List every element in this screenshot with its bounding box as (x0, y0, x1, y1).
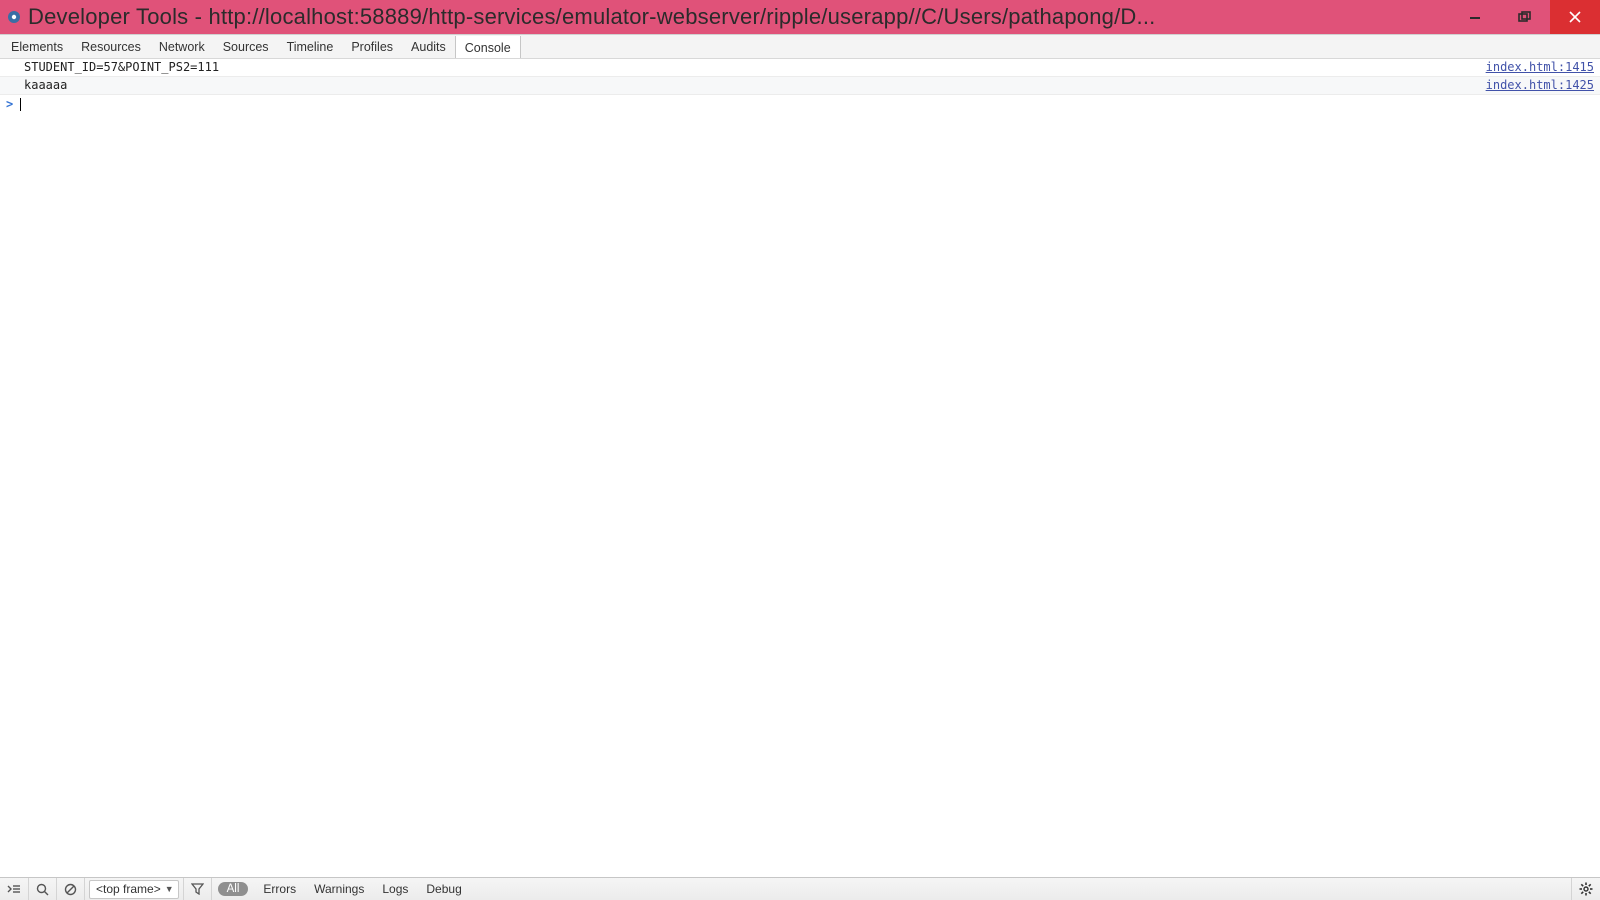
tab-console[interactable]: Console (455, 36, 521, 59)
settings-button[interactable] (1571, 878, 1600, 900)
maximize-button[interactable] (1500, 0, 1550, 34)
console-prompt[interactable]: > (0, 95, 1600, 113)
filter-warnings[interactable]: Warnings (305, 882, 373, 896)
tab-audits[interactable]: Audits (402, 35, 455, 59)
chevron-right-icon: > (6, 95, 20, 113)
gear-icon (1579, 882, 1593, 896)
window-titlebar: Developer Tools - http://localhost:58889… (0, 0, 1600, 34)
console-panel: STUDENT_ID=57&POINT_PS2=111 index.html:1… (0, 58, 1600, 878)
console-input[interactable] (21, 97, 1600, 111)
chevron-down-icon: ▼ (165, 884, 174, 894)
filter-button[interactable] (184, 878, 212, 900)
frame-selector[interactable]: <top frame> ▼ (85, 878, 184, 900)
console-log-row: kaaaaa index.html:1425 (0, 77, 1600, 95)
console-log-message: STUDENT_ID=57&POINT_PS2=111 (24, 59, 1486, 76)
console-log-source-link[interactable]: index.html:1415 (1486, 59, 1596, 76)
tab-timeline[interactable]: Timeline (278, 35, 343, 59)
filter-group: All Errors Warnings Logs Debug (212, 878, 478, 900)
console-log-row: STUDENT_ID=57&POINT_PS2=111 index.html:1… (0, 59, 1600, 77)
console-log-message: kaaaaa (24, 77, 1486, 94)
frame-selector-label: <top frame> (96, 882, 161, 896)
filter-all[interactable]: All (218, 882, 249, 896)
minimize-button[interactable] (1450, 0, 1500, 34)
console-log-source-link[interactable]: index.html:1425 (1486, 77, 1596, 94)
clear-console-button[interactable] (57, 878, 85, 900)
tab-resources[interactable]: Resources (72, 35, 150, 59)
tab-network[interactable]: Network (150, 35, 214, 59)
tab-profiles[interactable]: Profiles (342, 35, 402, 59)
filter-logs[interactable]: Logs (373, 882, 417, 896)
search-button[interactable] (29, 878, 57, 900)
toggle-drawer-button[interactable] (0, 878, 29, 900)
close-button[interactable] (1550, 0, 1600, 34)
window-title: Developer Tools - http://localhost:58889… (28, 4, 1450, 30)
console-statusbar: <top frame> ▼ All Errors Warnings Logs D… (0, 877, 1600, 900)
tab-elements[interactable]: Elements (2, 35, 72, 59)
app-icon (0, 10, 28, 24)
filter-errors[interactable]: Errors (254, 882, 305, 896)
devtools-tablist: Elements Resources Network Sources Timel… (0, 35, 521, 59)
filter-debug[interactable]: Debug (417, 882, 470, 896)
tab-sources[interactable]: Sources (214, 35, 278, 59)
devtools-tabstrip: Elements Resources Network Sources Timel… (0, 34, 1600, 60)
